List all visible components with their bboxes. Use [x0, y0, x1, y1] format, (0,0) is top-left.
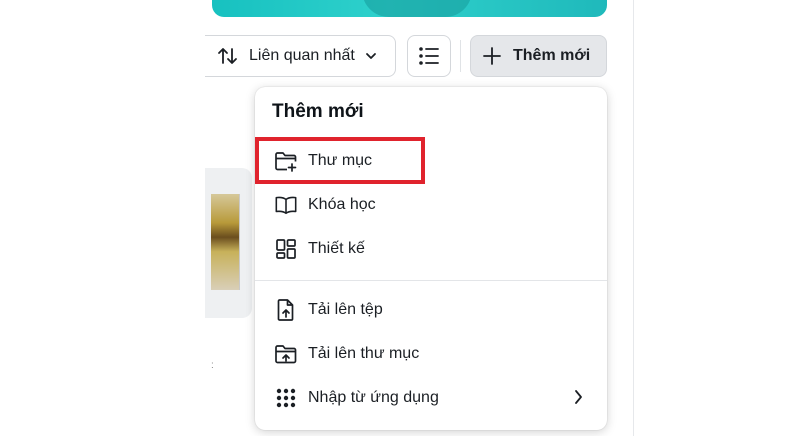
menu-divider	[255, 280, 607, 281]
sort-icon	[217, 46, 239, 66]
file-upload-icon	[274, 298, 298, 322]
list-view-button[interactable]	[407, 35, 451, 77]
annotation-highlight-box	[255, 137, 425, 184]
folder-upload-icon	[274, 342, 298, 366]
tick-mark: :	[211, 360, 214, 371]
apps-grid-icon	[274, 386, 298, 410]
menu-item-label: Khóa học	[308, 196, 376, 213]
book-open-icon	[274, 193, 298, 217]
card-thumbnail	[211, 194, 240, 290]
menu-title: Thêm mới	[272, 101, 364, 122]
add-new-button[interactable]: Thêm mới	[470, 35, 607, 77]
menu-item-label: Thiết kế	[308, 240, 365, 257]
menu-item-label: Nhập từ ứng dụng	[308, 389, 439, 406]
toolbar-separator	[460, 40, 461, 72]
menu-item-design[interactable]: Thiết kế	[255, 229, 607, 269]
plus-icon	[483, 47, 501, 65]
design-card-peek[interactable]	[205, 168, 252, 318]
chevron-right-icon	[574, 389, 583, 405]
sort-dropdown[interactable]: Liên quan nhất	[205, 35, 396, 77]
sort-label: Liên quan nhất	[249, 47, 355, 64]
add-new-label: Thêm mới	[513, 47, 591, 64]
menu-item-label: Tải lên thư mục	[308, 345, 420, 362]
list-view-icon	[418, 46, 440, 66]
banner-graphic	[362, 0, 472, 17]
design-grid-icon	[274, 237, 298, 261]
chevron-down-icon	[365, 52, 377, 60]
menu-item-upload-file[interactable]: Tải lên tệp	[255, 290, 607, 330]
top-banner	[212, 0, 607, 17]
panel-divider	[633, 0, 634, 436]
menu-item-course[interactable]: Khóa học	[255, 185, 607, 225]
menu-item-import-app[interactable]: Nhập từ ứng dụng	[255, 378, 607, 418]
menu-item-label: Tải lên tệp	[308, 301, 383, 318]
menu-item-upload-folder[interactable]: Tải lên thư mục	[255, 334, 607, 374]
